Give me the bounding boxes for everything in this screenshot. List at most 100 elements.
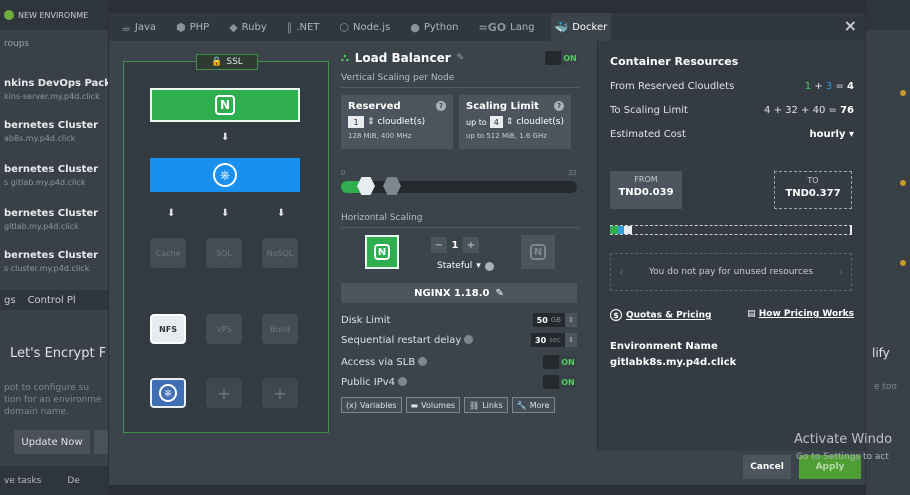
divider (341, 87, 579, 88)
kubernetes-node[interactable]: ⎈ (150, 158, 300, 192)
tab-ruby[interactable]: ◆ Ruby (225, 13, 271, 41)
right-note: e too (874, 382, 897, 392)
help-icon[interactable]: ? (554, 101, 564, 111)
scaling-mode-select[interactable]: Stateful ▾ (437, 261, 494, 271)
tab-java[interactable]: ☕ Java (117, 13, 160, 41)
ruby-icon: ◆ (229, 20, 238, 34)
background-sidebar (0, 0, 108, 495)
stepper-icon[interactable]: ⇕ (565, 333, 577, 347)
cancel-button[interactable]: Cancel (743, 455, 791, 479)
stepper-icon[interactable]: ⇕ (506, 117, 514, 127)
folder-icon: ▬ (410, 400, 419, 410)
tab-php[interactable]: ⬢ PHP (172, 13, 213, 41)
environment-item[interactable]: bernetes Cluster gitlab.my.p4d.click (4, 208, 108, 231)
add-node-button[interactable]: + (262, 378, 298, 408)
php-icon: ⬢ (176, 20, 186, 34)
cost-period-select[interactable]: hourly ▾ (809, 129, 854, 140)
dollar-icon: $ (610, 309, 622, 321)
tab-go-lang[interactable]: =GO Lang (475, 13, 539, 41)
environment-item[interactable]: bernetes Cluster s gitlab.my.p4d.click (4, 164, 108, 187)
variables-button[interactable]: (x) Variables (341, 397, 402, 413)
environment-item[interactable]: nkins DevOps Pack kins-server.my.p4d.cli… (4, 78, 108, 101)
tasks-tab[interactable]: ve tasks (4, 476, 41, 486)
environment-item[interactable]: bernetes Cluster s cluster.my.p4d.click (4, 250, 108, 273)
help-icon[interactable] (398, 377, 408, 386)
build-slot[interactable]: Build (262, 314, 298, 344)
topology-wizard-dialog: ☕ Java ⬢ PHP ◆ Ruby ∥ .NET ⬡ Node.js ● Python … (108, 12, 866, 486)
groups-header: roups (4, 39, 30, 49)
add-node-button[interactable]: + (206, 378, 242, 408)
update-now-button[interactable]: Update Now (14, 430, 90, 454)
ipv4-toggle[interactable]: ON (543, 375, 577, 389)
scaling-limit-input[interactable]: 4 (489, 116, 503, 128)
vps-slot[interactable]: VPS (206, 314, 242, 344)
help-icon[interactable]: ? (436, 101, 446, 111)
decrement-button[interactable]: − (431, 237, 447, 253)
new-environment-label: NEW ENVIRONME (18, 10, 89, 20)
kubernetes-extra-slot[interactable]: ⎈ (150, 378, 186, 408)
tab-python[interactable]: ● Python (406, 13, 462, 41)
scaling-limit-summary: To Scaling Limit 4 + 32 + 40 = 76 (610, 105, 854, 116)
node-count-value[interactable]: 1 (447, 237, 463, 253)
chevron-down-icon: ▾ (476, 261, 481, 271)
chevron-left-icon[interactable]: ‹ (619, 265, 624, 279)
balancer-toggle[interactable]: ON (545, 51, 579, 65)
background-tabs: gs Control Pl (0, 290, 108, 310)
tab-dotnet[interactable]: ∥ .NET (283, 13, 324, 41)
quotas-pricing-link[interactable]: $ Quotas & Pricing (610, 309, 711, 321)
tab-nodejs[interactable]: ⬡ Node.js (335, 13, 394, 41)
chevron-down-icon: ▾ (848, 129, 854, 140)
version-select[interactable]: NGINX 1.18.0 ✎ (341, 283, 577, 303)
vertical-scaling-label: Vertical Scaling per Node (341, 73, 455, 83)
sql-slot[interactable]: SQL (206, 238, 242, 268)
links-button[interactable]: ⛓ Links (464, 397, 508, 413)
stepper-icon[interactable]: ⇕ (565, 313, 577, 327)
limit-handle[interactable] (383, 177, 401, 195)
tab-docker[interactable]: 🐳 Docker (550, 13, 612, 41)
disk-limit-input[interactable]: 50 GB ⇕ (532, 313, 577, 327)
increment-button[interactable]: + (463, 237, 479, 253)
help-icon[interactable] (484, 261, 494, 271)
arrow-down-icon: ⬇ (221, 132, 230, 143)
plus-icon (4, 10, 14, 20)
reserved-cloudlets-input[interactable]: 1 (348, 116, 364, 128)
arrow-down-icon: ⬇ (277, 208, 286, 219)
close-icon[interactable]: × (844, 16, 857, 35)
slb-access-row: Access via SLB ON (341, 355, 577, 369)
help-icon[interactable] (464, 335, 474, 344)
slider-min: 0 (341, 169, 346, 177)
restart-delay-row: Sequential restart delay 30 sec ⇕ (341, 333, 577, 347)
volumes-button[interactable]: ▬ Volumes (405, 397, 461, 413)
tab-control-panel[interactable]: Control Pl (28, 295, 76, 306)
container-resources-panel: Container Resources From Reserved Cloudl… (597, 41, 865, 451)
how-pricing-works-link[interactable]: ▤ How Pricing Works (747, 309, 854, 321)
nginx-icon: N (374, 244, 390, 260)
restart-delay-input[interactable]: 30 sec ⇕ (531, 333, 577, 347)
nginx-balancer-node[interactable]: N (150, 88, 300, 122)
nginx-icon: N (215, 95, 235, 115)
edit-icon[interactable]: ✎ (457, 53, 465, 63)
environment-name-value[interactable]: gitlabk8s.my.p4d.click (610, 357, 736, 368)
ssl-toggle[interactable]: 🔒 SSL (196, 54, 258, 70)
cache-slot[interactable]: Cache (150, 238, 186, 268)
deploy-tab[interactable]: De (67, 476, 79, 486)
nosql-slot[interactable]: NoSQL (262, 238, 298, 268)
edit-icon: ✎ (495, 287, 504, 299)
more-button[interactable]: 🔧 More (511, 397, 555, 413)
secondary-button[interactable] (94, 430, 108, 454)
new-environment-button[interactable]: NEW ENVIRONME (0, 0, 108, 30)
background-right-panel: lify e too (866, 0, 910, 495)
nfs-slot[interactable]: NFS (150, 314, 186, 344)
chevron-right-icon[interactable]: › (838, 265, 843, 279)
tab-logs[interactable]: gs (4, 295, 16, 306)
environment-item[interactable]: bernetes Cluster ab8s.my.p4d.click (4, 120, 108, 143)
go-icon: =GO (478, 20, 507, 34)
nginx-icon: N (530, 244, 546, 260)
slb-toggle[interactable]: ON (543, 355, 577, 369)
cloudlet-slider[interactable] (341, 177, 577, 195)
arrow-down-icon: ⬇ (221, 208, 230, 219)
stepper-icon[interactable]: ⇕ (367, 117, 375, 127)
kubernetes-icon: ⎈ (213, 163, 237, 187)
public-ipv4-row: Public IPv4 ON (341, 375, 577, 389)
help-icon[interactable] (418, 357, 428, 366)
